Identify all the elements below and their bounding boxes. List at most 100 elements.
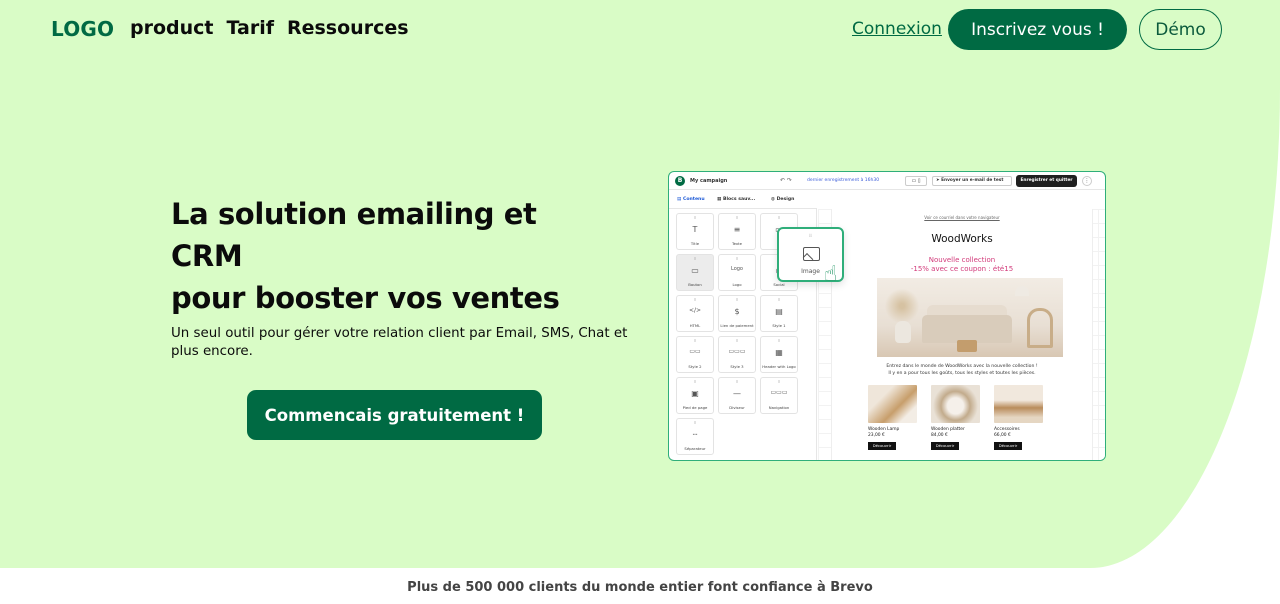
product-button: Découvrir: [868, 442, 896, 450]
trust-statement: Plus de 500 000 clients du monde entier …: [407, 580, 873, 595]
email-preview: Voir ce courriel dans votre navigateur W…: [831, 209, 1093, 460]
top-nav: LOGO product Tarif Ressources Connexion …: [0, 0, 1280, 60]
tile-glyph: ▭: [691, 266, 699, 275]
sofa-decor: [922, 315, 1012, 343]
email-collection: Nouvelle collection -15% avec ce coupon …: [832, 256, 1092, 274]
email-collection-line1: Nouvelle collection: [928, 256, 996, 264]
more-icon: ⋮: [1082, 176, 1092, 186]
tile-label: Bouton: [688, 282, 702, 287]
tile-label: Logo: [732, 282, 742, 287]
tile-glyph: —: [733, 389, 741, 398]
block-tile: ⠿ Logo Logo: [718, 254, 756, 291]
product-card: Wooden Lamp 23,00 € Découvrir: [868, 385, 918, 450]
tile-glyph: </>: [688, 307, 702, 314]
block-tile: ⠿ $ Lien de paiement: [718, 295, 756, 332]
editor-mockup: B My campaign ↶ ↷ dernier enregistrement…: [668, 171, 1106, 461]
tile-label: Diviseur: [729, 405, 745, 410]
tab-contenu: ▤ Contenu: [677, 197, 705, 202]
tile-glyph: ┄: [692, 430, 698, 439]
block-tile: ⠿ ▦ Header with Logo: [760, 336, 798, 373]
product-card: Wooden platter 84,00 € Découvrir: [931, 385, 981, 450]
product-price: 84,00 €: [931, 433, 948, 438]
brevo-logo-icon: B: [675, 176, 685, 186]
block-tile: ⠿ ▣ Pied de page: [676, 377, 714, 414]
tab-blocs-label: Blocs sauv...: [722, 197, 756, 202]
tab-design: ◍ Design: [771, 197, 795, 202]
logo[interactable]: LOGO: [51, 17, 114, 41]
chair-decor: [1027, 308, 1053, 348]
product-price: 23,00 €: [868, 433, 885, 438]
tile-glyph: $: [734, 307, 740, 316]
hero-title-line2: pour booster vos ventes: [171, 281, 560, 315]
tile-glyph: ≡: [733, 225, 741, 234]
email-canvas: Voir ce courriel dans votre navigateur W…: [818, 209, 1105, 460]
product-button: Découvrir: [994, 442, 1022, 450]
save-quit-button: Enregistrer et quitter: [1016, 175, 1077, 187]
product-button: Découvrir: [931, 442, 959, 450]
tile-glyph: T: [692, 225, 698, 234]
block-tile: ⠿ ▭▭▭ Style 3: [718, 336, 756, 373]
editor-tabs: ▤ Contenu ▦ Blocs sauv... ◍ Design: [669, 191, 817, 209]
tab-contenu-label: Contenu: [682, 197, 705, 202]
email-body-text: Entrez dans le monde de WoodWorks avec l…: [832, 364, 1092, 377]
email-body-line2: Il y en a pour tous les goûts, tous les …: [888, 370, 1036, 376]
hero-title-line1: La solution emailing et CRM: [171, 197, 537, 273]
tile-label: Séparateur: [684, 446, 706, 451]
block-tile: ⠿ ▤ Style 1: [760, 295, 798, 332]
device-toggle-icon: ▭ ▯: [905, 176, 927, 186]
send-test-label: Envoyer un e-mail de test: [941, 178, 1004, 183]
image-icon: [803, 247, 820, 261]
tile-glyph: ▦: [775, 348, 783, 357]
tile-glyph: ▣: [691, 389, 699, 398]
tile-label: Style 3: [730, 364, 744, 369]
block-tile: ⠿ T Title: [676, 213, 714, 250]
tile-label: Lien de paiement: [720, 323, 754, 328]
hero-title: La solution emailing et CRM pour booster…: [171, 193, 591, 319]
tile-glyph: Logo: [731, 266, 743, 272]
tile-label: Style 2: [688, 364, 702, 369]
tile-label: Pied de page: [682, 405, 708, 410]
nav-link-ressources[interactable]: Ressources: [287, 17, 409, 39]
product-image: [931, 385, 980, 423]
tile-glyph: ▭▭: [689, 348, 701, 355]
block-tile: ⠿ ▭▭ Style 2: [676, 336, 714, 373]
product-image: [868, 385, 917, 423]
product-image: [994, 385, 1043, 423]
tile-label: Style 1: [772, 323, 786, 328]
pampas-decor: [885, 288, 919, 324]
table-decor: [957, 340, 977, 352]
nav-links: product Tarif Ressources: [130, 17, 409, 39]
nav-link-product[interactable]: product: [130, 17, 214, 39]
lamp-decor: [1015, 286, 1029, 296]
saved-status: dernier enregistrement à 16h30: [807, 178, 880, 183]
vase-decor: [895, 321, 911, 343]
product-name: Wooden platter: [931, 427, 965, 432]
nav-link-tarif[interactable]: Tarif: [227, 17, 274, 39]
login-link[interactable]: Connexion: [852, 19, 942, 39]
block-tile: ⠿ — Diviseur: [718, 377, 756, 414]
tile-glyph: ▭▭▭: [770, 389, 788, 396]
demo-button[interactable]: Démo: [1139, 9, 1222, 50]
block-tile: ⠿ ┄ Séparateur: [676, 418, 714, 455]
start-free-button[interactable]: Commencais gratuitement !: [247, 390, 542, 440]
send-test-button: ➤ Envoyer un e-mail de test: [932, 176, 1012, 186]
block-tile: ⠿ ▭▭▭ Navigation: [760, 377, 798, 414]
signup-button[interactable]: Inscrivez vous !: [948, 9, 1127, 50]
tile-glyph: ▤: [775, 307, 783, 316]
block-tile: ⠿ ▭ Bouton: [676, 254, 714, 291]
email-preheader: Voir ce courriel dans votre navigateur: [924, 215, 1000, 220]
tile-label: Navigation: [768, 405, 790, 410]
hand-cursor-icon: ☝: [824, 262, 838, 287]
undo-redo-icon: ↶ ↷: [780, 177, 792, 184]
tile-label: Title: [690, 241, 700, 246]
tile-label: Texte: [731, 241, 742, 246]
email-brand: WoodWorks: [931, 233, 993, 245]
product-name: Accessoires: [994, 427, 1020, 432]
block-tile: ⠿ ≡ Texte: [718, 213, 756, 250]
product-price: 66,00 €: [994, 433, 1011, 438]
product-name: Wooden Lamp: [868, 427, 900, 432]
hero-subtitle: Un seul outil pour gérer votre relation …: [171, 326, 628, 359]
campaign-name: My campaign: [690, 178, 728, 184]
tile-label: Social: [773, 282, 785, 287]
tab-blocs: ▦ Blocs sauv...: [717, 197, 756, 202]
